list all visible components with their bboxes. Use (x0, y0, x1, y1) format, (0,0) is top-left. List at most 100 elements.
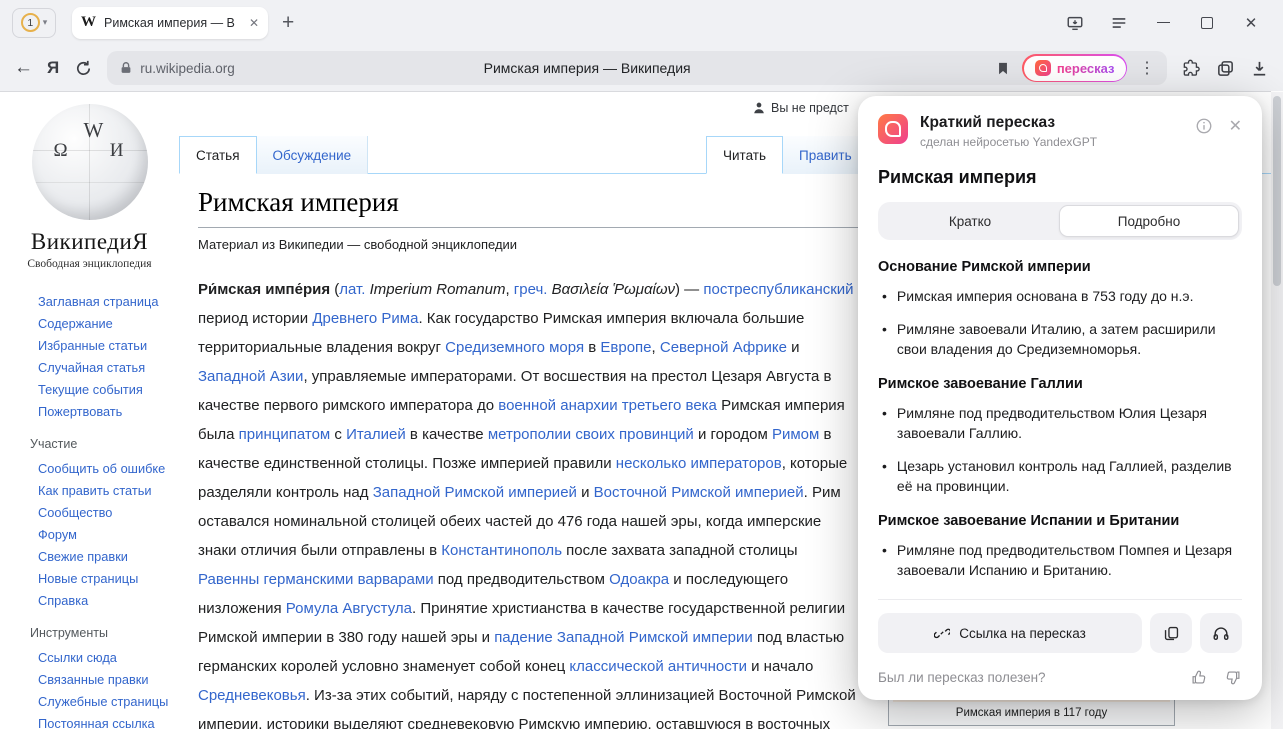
maximize-icon[interactable] (1197, 13, 1217, 33)
article-link[interactable]: Западной Азии (198, 368, 303, 385)
sidebar-link[interactable]: Избранные статьи (38, 338, 179, 353)
article-link[interactable]: германскими варварами (264, 571, 434, 588)
sidebar-link[interactable]: Ссылки сюда (38, 650, 179, 665)
sidebar-link[interactable]: Случайная статья (38, 360, 179, 375)
user-status[interactable]: Вы не предст (752, 101, 849, 115)
tab-talk[interactable]: Обсуждение (257, 136, 369, 174)
close-window-icon[interactable]: ✕ (1241, 13, 1261, 33)
article-link[interactable]: греч. (514, 281, 548, 298)
article-link[interactable]: Северной Африке (660, 339, 787, 356)
summary-link-button[interactable]: Ссылка на пересказ (878, 613, 1142, 653)
sidebar-link[interactable]: Связанные правки (38, 672, 179, 687)
kebab-menu-icon[interactable]: ⋮ (1139, 58, 1155, 78)
minimize-icon[interactable] (1153, 13, 1173, 33)
tab-detailed[interactable]: Подробно (1059, 205, 1239, 237)
tab-read[interactable]: Читать (706, 136, 783, 174)
globe-letter: W (84, 118, 104, 143)
devices-icon[interactable] (1065, 13, 1085, 33)
sidebar-link[interactable]: Содержание (38, 316, 179, 331)
article-link[interactable]: военной анархии третьего века (498, 397, 717, 414)
new-tab-button[interactable]: + (282, 12, 294, 33)
infobox-caption: Римская империя в 117 году (893, 702, 1170, 721)
lock-icon[interactable] (119, 61, 133, 75)
article-link[interactable]: Европе (600, 339, 651, 356)
tab-counter-button[interactable]: 1 ▾ (12, 8, 56, 38)
article-link[interactable]: Восточной Римской империей (594, 484, 804, 501)
browser-tab[interactable]: W Римская империя — В ✕ (72, 7, 268, 39)
article-link[interactable]: Равенны (198, 571, 259, 588)
article-link[interactable]: Средневековья (198, 687, 306, 704)
extensions-puzzle-icon[interactable] (1181, 58, 1201, 78)
sidebar-link[interactable]: Сообщить об ошибке (38, 461, 179, 476)
article-link[interactable]: постреспубликанский (703, 281, 853, 298)
copy-icon (1163, 625, 1180, 642)
article-link[interactable]: метрополии своих провинций (488, 426, 694, 443)
article-link[interactable]: классической античности (569, 658, 747, 675)
sidebar-link[interactable]: Служебные страницы (38, 694, 179, 709)
summary-bullet: • Римляне под предводительством Помпея и… (878, 540, 1242, 580)
person-icon (752, 101, 766, 115)
sidebar-link[interactable]: Новые страницы (38, 571, 179, 586)
panel-close-icon[interactable]: ✕ (1229, 116, 1242, 136)
tab-brief[interactable]: Кратко (881, 205, 1059, 237)
article-link[interactable]: Средиземного моря (445, 339, 584, 356)
yandex-logo-icon[interactable]: Я (47, 58, 59, 78)
thumbs-down-icon[interactable] (1225, 669, 1242, 686)
article-link[interactable]: падение Западной Римской империи (494, 629, 753, 646)
tab-list-icon[interactable] (1109, 13, 1129, 33)
sidebar-link[interactable]: Форум (38, 527, 179, 542)
article-link[interactable]: принципатом (239, 426, 331, 443)
thumbs-up-icon[interactable] (1190, 669, 1207, 686)
article-link[interactable]: лат. (339, 281, 365, 298)
sidebar-link[interactable]: Справка (38, 593, 179, 608)
sidebar-link[interactable]: Пожертвовать (38, 404, 179, 419)
wikipedia-wordmark[interactable]: ВикипедиЯ (0, 229, 179, 255)
collections-icon[interactable] (1215, 58, 1235, 78)
info-icon[interactable] (1195, 117, 1213, 135)
sidebar-link[interactable]: Свежие правки (38, 549, 179, 564)
bullet-marker: • (882, 540, 887, 580)
browser-toolbar: ← Я ru.wikipedia.org Римская и (0, 45, 1283, 91)
retell-button[interactable]: пересказ (1022, 54, 1127, 82)
article-link[interactable]: Западной Римской империей (373, 484, 577, 501)
tab-close-icon[interactable]: ✕ (249, 16, 259, 30)
wikipedia-globe-logo[interactable]: W Ω И (32, 104, 148, 220)
browser-chrome: 1 ▾ W Римская империя — В ✕ + (0, 0, 1283, 91)
tab-edit[interactable]: Править (783, 136, 869, 174)
copy-button[interactable] (1150, 613, 1192, 653)
article-link[interactable]: Италией (346, 426, 406, 443)
wiki-sidebar: W Ω И ВикипедиЯ Свободная энциклопедия З… (0, 92, 179, 729)
bookmark-icon[interactable] (996, 61, 1010, 76)
summary-bullets: • Римляне под предводительством Помпея и… (878, 540, 1242, 580)
summary-bullet: • Римляне под предводительством Юлия Цез… (878, 403, 1242, 443)
url-domain[interactable]: ru.wikipedia.org (140, 61, 235, 76)
sidebar-link[interactable]: Сообщество (38, 505, 179, 520)
scrollbar-thumb[interactable] (1273, 96, 1281, 286)
sidebar-link[interactable]: Текущие события (38, 382, 179, 397)
address-bar[interactable]: ru.wikipedia.org Римская империя — Викип… (107, 51, 1167, 85)
download-icon[interactable] (1249, 58, 1269, 78)
window-controls: ✕ (1065, 13, 1271, 33)
sidebar-link[interactable]: Заглавная страница (38, 294, 179, 309)
sidebar-link[interactable]: Постоянная ссылка (38, 716, 179, 729)
panel-subtitle: сделан нейросетью YandexGPT (920, 135, 1195, 149)
article-link[interactable]: Константинополь (441, 542, 562, 559)
article-link[interactable]: несколько императоров (616, 455, 782, 472)
sidebar-nav-main: Заглавная страница Содержание Избранные ст… (38, 294, 179, 419)
article-link[interactable]: Ромула Августула (286, 600, 412, 617)
reload-icon[interactable] (73, 58, 93, 78)
listen-button[interactable] (1200, 613, 1242, 653)
summary-article-title: Римская империя (878, 167, 1242, 188)
tab-article[interactable]: Статья (179, 136, 257, 174)
article-link[interactable]: Древнего Рима (312, 310, 418, 327)
bullet-marker: • (882, 403, 887, 443)
article-paragraph: Ри́мская импе́рия (лат. Imperium Romanum… (198, 275, 862, 729)
summary-section: Римское завоевание Испании и Британии • … (878, 513, 1242, 580)
globe-letter: И (110, 140, 124, 162)
page-scrollbar[interactable] (1271, 92, 1283, 729)
back-icon[interactable]: ← (14, 57, 33, 79)
sidebar-link[interactable]: Как править статьи (38, 483, 179, 498)
article-link[interactable]: Римом (772, 426, 819, 443)
address-page-title: Римская империя — Википедия (227, 60, 947, 76)
article-link[interactable]: Одоакра (609, 571, 669, 588)
